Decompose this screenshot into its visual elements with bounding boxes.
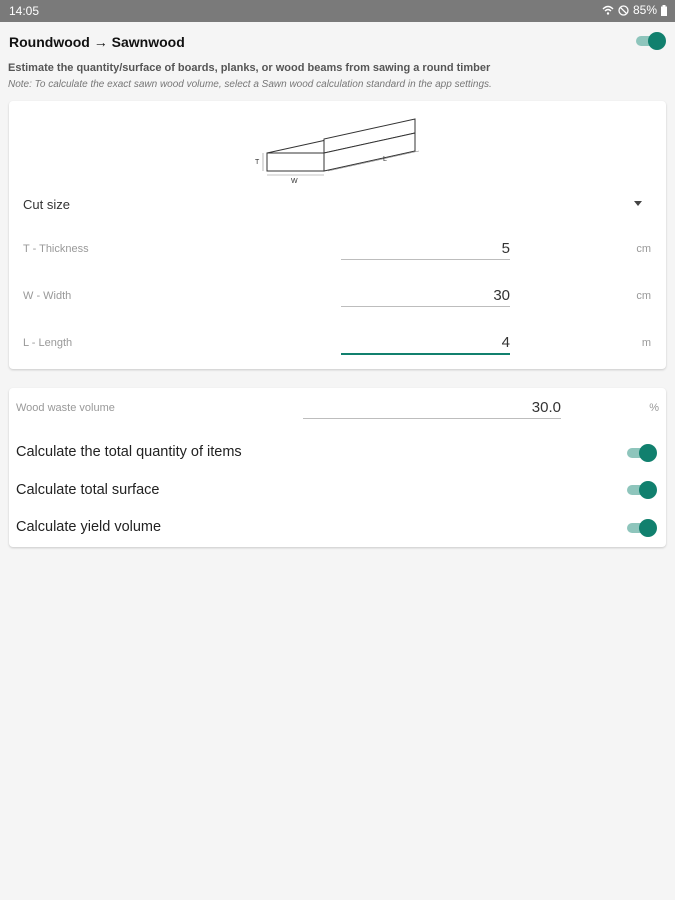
option-total-surface-toggle[interactable] xyxy=(627,480,657,500)
option-total-quantity-toggle[interactable] xyxy=(627,443,657,463)
status-time: 14:05 xyxy=(9,4,40,18)
thickness-unit: cm xyxy=(636,243,651,255)
length-input[interactable]: 4 xyxy=(341,334,510,351)
options-card: Wood waste volume 30.0 % Calculate the t… xyxy=(9,388,666,547)
thickness-label: T - Thickness xyxy=(23,243,89,255)
battery-percent: 85% xyxy=(632,3,657,17)
battery-icon xyxy=(661,4,667,16)
cut-size-card: T W L Cut size T - Thickness 5 cm W - Wi… xyxy=(9,101,666,369)
width-underline xyxy=(341,306,510,307)
diagram-label-l: L xyxy=(383,156,387,163)
width-input[interactable]: 30 xyxy=(341,287,510,304)
waste-unit: % xyxy=(649,402,659,414)
cut-size-dropdown[interactable]: Cut size xyxy=(23,197,70,212)
length-label: L - Length xyxy=(23,337,73,349)
diagram-label-w: W xyxy=(291,178,298,185)
option-total-quantity-label: Calculate the total quantity of items xyxy=(16,444,242,460)
waste-underline xyxy=(303,418,561,419)
waste-label: Wood waste volume xyxy=(16,402,115,414)
waste-input[interactable]: 30.0 xyxy=(303,399,561,416)
width-label: W - Width xyxy=(23,290,72,302)
option-total-surface-label: Calculate total surface xyxy=(16,482,160,498)
wifi-icon xyxy=(602,5,614,15)
length-underline xyxy=(341,353,510,355)
thickness-underline xyxy=(341,259,510,260)
option-yield-volume-toggle[interactable] xyxy=(627,518,657,538)
option-yield-volume-label: Calculate yield volume xyxy=(16,519,162,535)
do-not-disturb-icon xyxy=(618,4,629,16)
note-text: Note: To calculate the exact sawn wood v… xyxy=(8,79,492,90)
status-bar: 14:05 85% xyxy=(0,0,675,22)
thickness-input[interactable]: 5 xyxy=(341,240,510,257)
chevron-down-icon[interactable] xyxy=(634,201,642,206)
length-unit: m xyxy=(641,337,651,349)
board-diagram: T W L xyxy=(255,118,420,185)
header-toggle[interactable] xyxy=(636,31,666,51)
width-unit: cm xyxy=(636,290,651,302)
page-title: Roundwood → Sawnwood xyxy=(9,34,185,50)
description-text: Estimate the quantity/surface of boards,… xyxy=(8,62,491,74)
diagram-label-t: T xyxy=(255,159,260,166)
status-icons: 85% xyxy=(602,3,667,17)
app-header: Roundwood → Sawnwood xyxy=(0,22,675,60)
